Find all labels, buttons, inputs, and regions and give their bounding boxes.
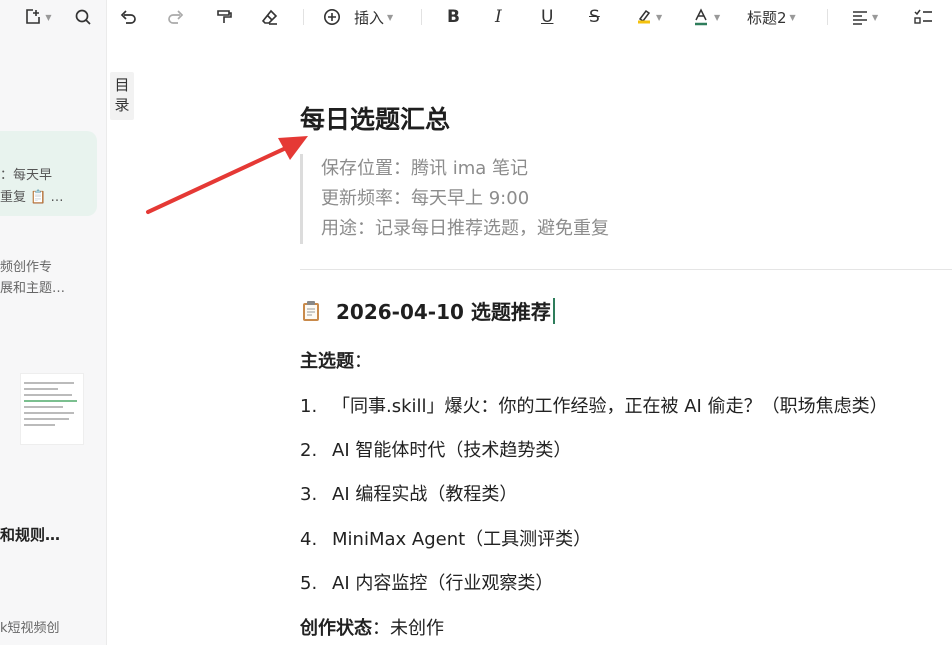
list-item-text: AI 内容监控（行业观察类） [332,573,554,594]
undo-button[interactable] [119,5,137,29]
status-label: 创作状态 [300,618,372,639]
clipboard-icon [302,300,320,322]
font-color-button[interactable]: ▼ [691,5,720,29]
chevron-down-icon: ▼ [714,12,721,22]
search-button[interactable] [72,7,94,27]
list-item-text: 「同事.skill」爆火：你的工作经验，正在被 AI 偷走？（职场焦虑类） [332,396,888,417]
list-number: 2. [300,440,318,461]
heading-style-label: 标题2 [747,8,787,27]
main-topics-label[interactable]: 主选题： [300,347,372,373]
chevron-down-icon: ▼ [656,12,663,22]
note-thumbnail[interactable] [20,373,84,445]
strikethrough-button[interactable]: S [589,5,600,29]
toolbar-divider [303,9,304,25]
main-topics-label-text: 主选题 [300,351,354,372]
insert-menu-button[interactable]: 插入 ▼ [323,5,393,29]
align-left-icon [853,11,867,25]
note-card-snippet[interactable]: 频创作专 [0,257,52,279]
text-cursor [552,297,555,324]
note-card-snippet[interactable]: 展和主题… [0,278,65,300]
plus-circle-icon [324,9,340,25]
strikethrough-icon: S [589,7,600,27]
underline-icon: U [541,7,554,27]
blockquote[interactable]: 保存位置：腾讯 ima 笔记 更新频率：每天早上 9:00 用途：记录每日推荐选… [300,154,700,244]
list-item[interactable]: 2. AI 智能体时代（技术趋势类） [300,436,571,462]
list-number: 1. [300,396,318,417]
list-number: 5. [300,573,318,594]
checklist-icon [914,9,932,24]
insert-label: 插入 [354,8,385,27]
note-card-title[interactable]: 和规则… [0,524,60,545]
clear-format-button[interactable] [261,5,279,29]
quote-line: 保存位置：腾讯 ima 笔记 [321,158,529,179]
new-note-icon [26,9,41,24]
list-item-text: AI 智能体时代（技术趋势类） [332,440,572,461]
search-icon [75,9,91,25]
bold-icon: B [447,7,460,27]
label-colon: ： [372,618,390,639]
quote-line: 用途：记录每日推荐选题，避免重复 [321,218,609,239]
toolbar-divider [421,9,422,25]
format-painter-icon [217,10,232,23]
chevron-down-icon: ▼ [789,12,796,22]
horizontal-rule [300,269,952,270]
note-card-snippet: ：每天早 [0,168,53,183]
list-item[interactable]: 5. AI 内容监控（行业观察类） [300,569,553,595]
quote-line: 更新频率：每天早上 9:00 [321,188,530,209]
checklist-button[interactable] [913,5,933,29]
chevron-down-icon: ▼ [872,12,879,22]
note-list-sidebar: ▼ ：每天早 重复 📋 … 频创作专 展和主题… 和规则… k短视频创 [0,0,107,645]
sidebar-toolbar: ▼ [0,0,106,34]
page-title[interactable]: 每日选题汇总 [300,100,450,136]
toolbar-divider [827,9,828,25]
chevron-down-icon: ▼ [45,12,52,22]
font-color-icon [695,8,707,26]
undo-icon [120,10,136,24]
note-card-snippet: 重复 📋 … [0,190,64,205]
new-note-button[interactable]: ▼ [22,7,54,27]
list-item[interactable]: 4. MiniMax Agent（工具测评类） [300,525,591,551]
creation-status-line[interactable]: 创作状态：未创作 [300,614,444,640]
highlight-button[interactable]: ▼ [633,5,662,29]
table-of-contents-tab[interactable]: 目录 [110,72,134,120]
eraser-icon [261,9,278,25]
label-colon: ： [354,351,372,372]
italic-button[interactable]: I [495,5,502,29]
redo-button[interactable] [167,5,185,29]
italic-icon: I [495,7,502,27]
list-number: 3. [300,484,318,505]
note-card-snippet[interactable]: k短视频创 [0,618,60,640]
chevron-down-icon: ▼ [387,12,394,22]
list-number: 4. [300,529,318,550]
list-item[interactable]: 3. AI 编程实战（教程类） [300,480,517,506]
align-button[interactable]: ▼ [851,5,878,29]
status-value: 未创作 [390,618,444,639]
redo-icon [168,10,184,24]
list-item[interactable]: 1. 「同事.skill」爆火：你的工作经验，正在被 AI 偷走？（职场焦虑类） [300,392,888,418]
section-heading-text: 2026-04-10 选题推荐 [336,300,551,324]
underline-button[interactable]: U [541,5,553,29]
highlighter-icon [638,9,651,24]
bold-button[interactable]: B [447,5,460,29]
list-item-text: AI 编程实战（教程类） [332,484,518,505]
heading-style-select[interactable]: 标题2 ▼ [747,5,796,29]
list-item-text: MiniMax Agent（工具测评类） [332,529,592,550]
section-heading[interactable]: 2026-04-10 选题推荐 [302,296,555,325]
format-painter-button[interactable] [215,5,233,29]
editor-toolbar: 插入 ▼ B I U S ▼ ▼ 标题2 ▼ ▼ [107,0,952,34]
